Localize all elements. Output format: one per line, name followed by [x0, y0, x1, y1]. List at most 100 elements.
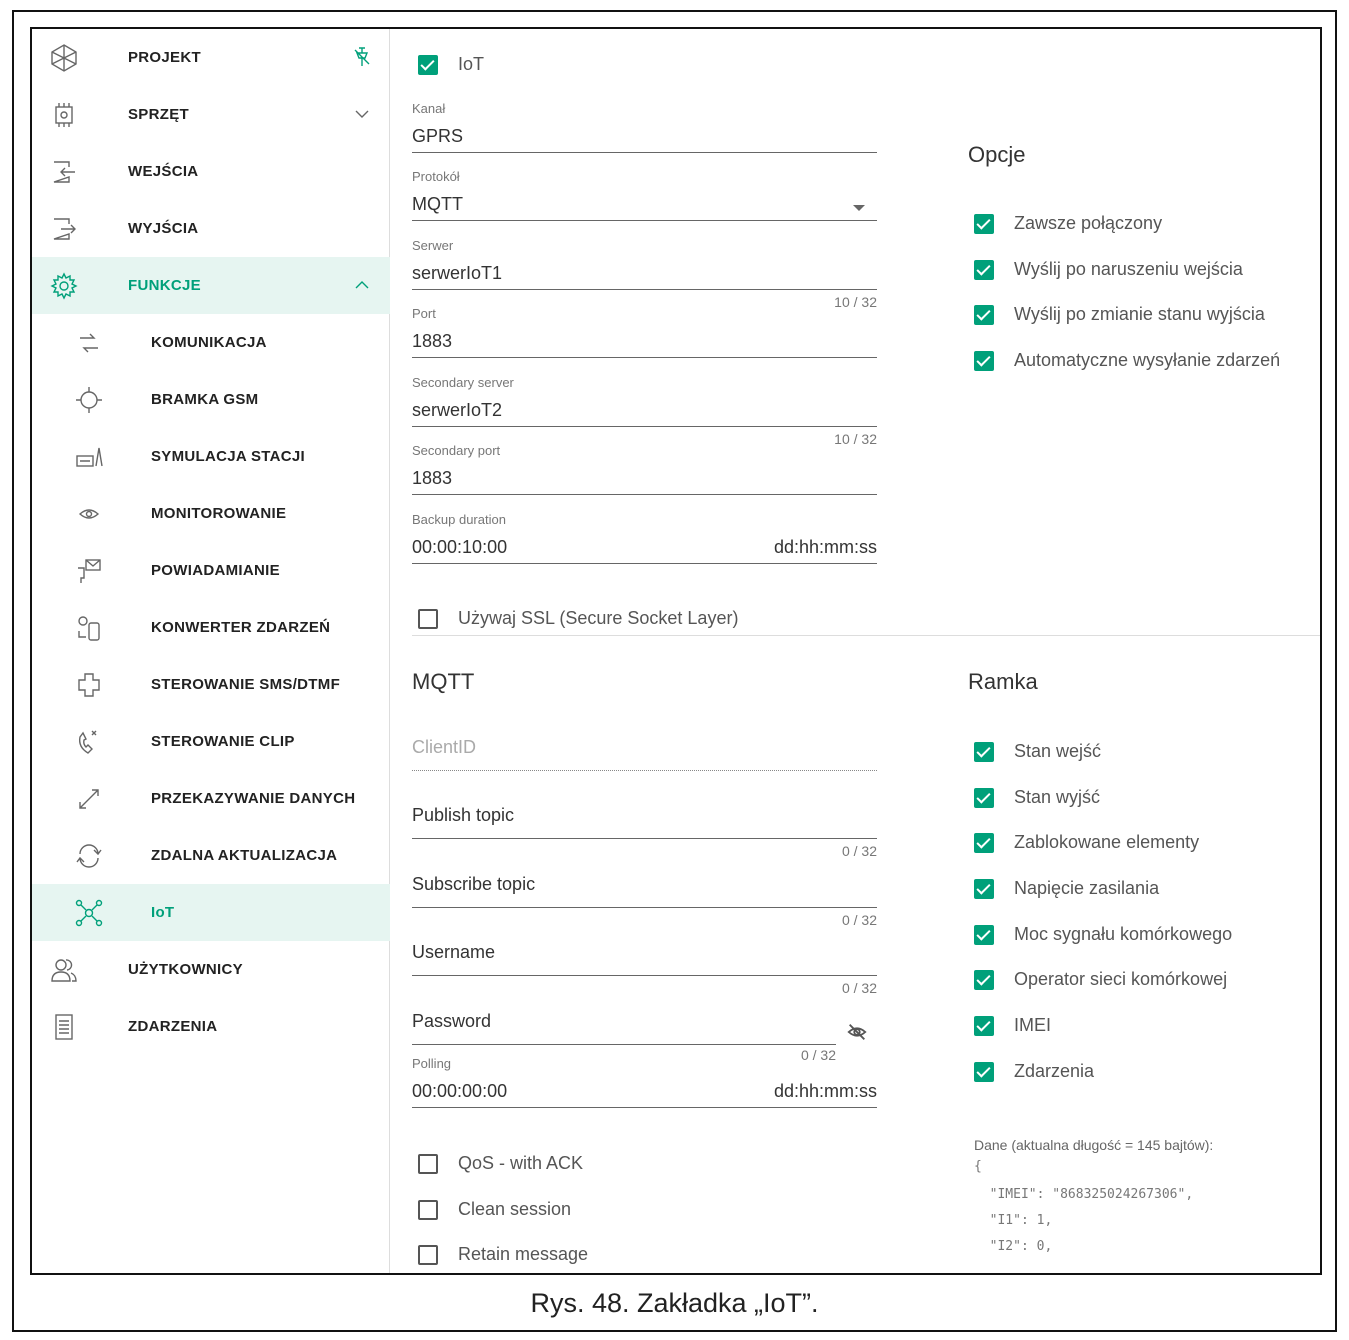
kanal-value[interactable]: GPRS: [412, 119, 877, 153]
opcje-option[interactable]: Wyślij po naruszeniu wejścia: [974, 259, 1243, 280]
update-icon: [74, 841, 104, 871]
subscribe-topic-field[interactable]: Subscribe topic 0 / 32: [412, 874, 877, 928]
checkbox-checked-icon[interactable]: [974, 350, 994, 371]
sidebar-item-bramka-gsm[interactable]: BRAMKA GSM: [32, 371, 390, 428]
checkbox-unchecked-icon[interactable]: [418, 1153, 438, 1174]
password-input[interactable]: Password: [412, 1011, 836, 1045]
polling-field[interactable]: Polling 00:00:00:00 dd:hh:mm:ss: [412, 1056, 877, 1108]
option-label: Automatyczne wysyłanie zdarzeń: [1014, 350, 1281, 370]
backup-duration-value[interactable]: 00:00:10:00 dd:hh:mm:ss: [412, 530, 877, 564]
opcje-option[interactable]: Automatyczne wysyłanie zdarzeń: [974, 350, 1280, 371]
sidebar-item-sterowanie-clip[interactable]: STEROWANIE CLIP: [32, 713, 390, 770]
sidebar-item-wyjscia[interactable]: WYJŚCIA: [32, 200, 390, 257]
port-field[interactable]: Port 1883: [412, 306, 877, 358]
ramka-option[interactable]: Moc sygnału komórkowego: [974, 924, 1232, 945]
checkbox-checked-icon[interactable]: [974, 1061, 994, 1082]
ramka-option[interactable]: Operator sieci komórkowej: [974, 969, 1227, 990]
client-id-field[interactable]: ClientID: [412, 737, 877, 771]
section-divider: [412, 635, 1320, 636]
time-format-suffix: dd:hh:mm:ss: [773, 537, 877, 557]
secondary-server-field[interactable]: Secondary server serwerIoT2 10 / 32: [412, 375, 877, 447]
ramka-option[interactable]: Stan wejść: [974, 741, 1101, 762]
sidebar-item-komunikacja[interactable]: KOMUNIKACJA: [32, 314, 390, 371]
sidebar-item-label: POWIADAMIANIE: [151, 562, 280, 579]
protokol-value[interactable]: MQTT: [412, 187, 877, 221]
username-input[interactable]: Username: [412, 942, 877, 976]
checkbox-unchecked-icon[interactable]: [418, 608, 438, 629]
checkbox-checked-icon[interactable]: [974, 1015, 994, 1036]
checkbox-checked-icon[interactable]: [974, 924, 994, 945]
serwer-field[interactable]: Serwer serwerIoT1 10 / 32: [412, 238, 877, 310]
pin-icon[interactable]: [350, 45, 374, 69]
sidebar-item-sprzet[interactable]: SPRZĘT: [32, 86, 390, 143]
chevron-down-icon[interactable]: [350, 102, 374, 126]
publish-topic-input[interactable]: Publish topic: [412, 805, 877, 839]
option-label: Zablokowane elementy: [1014, 832, 1200, 852]
sidebar-item-monitorowanie[interactable]: MONITOROWANIE: [32, 485, 390, 542]
secondary-port-field[interactable]: Secondary port 1883: [412, 443, 877, 495]
json-preview-line: {: [974, 1159, 982, 1174]
sidebar-item-uzytkownicy[interactable]: UŻYTKOWNICY: [32, 941, 390, 998]
sidebar-item-label: PROJEKT: [128, 49, 201, 66]
port-value[interactable]: 1883: [412, 324, 877, 358]
kanal-field[interactable]: Kanał GPRS: [412, 101, 877, 153]
iot-checkbox[interactable]: IoT: [418, 54, 484, 75]
checkbox-unchecked-icon[interactable]: [418, 1199, 438, 1220]
ramka-option[interactable]: IMEI: [974, 1015, 1051, 1036]
opcje-option[interactable]: Zawsze połączony: [974, 213, 1162, 234]
protokol-select[interactable]: Protokół MQTT: [412, 169, 877, 221]
opcje-option[interactable]: Wyślij po zmianie stanu wyjścia: [974, 304, 1265, 325]
option-label: Stan wyjść: [1014, 787, 1101, 807]
checkbox-checked-icon[interactable]: [974, 832, 994, 853]
checkbox-checked-icon[interactable]: [974, 741, 994, 762]
sidebar: PROJEKT SPRZĘT WEJŚCIA WYJŚCIA FUNKCJE K…: [32, 29, 390, 1273]
opcje-section-title: Opcje: [968, 142, 1026, 167]
sidebar-item-konwerter-zdarzen[interactable]: KONWERTER ZDARZEŃ: [32, 599, 390, 656]
sidebar-item-projekt[interactable]: PROJEKT: [32, 29, 390, 86]
ramka-option[interactable]: Zdarzenia: [974, 1061, 1094, 1082]
checkbox-checked-icon[interactable]: [974, 259, 994, 280]
username-field[interactable]: Username 0 / 32: [412, 942, 877, 996]
checkbox-unchecked-icon[interactable]: [418, 1244, 438, 1265]
serwer-value[interactable]: serwerIoT1: [412, 256, 877, 290]
checkbox-checked-icon[interactable]: [974, 969, 994, 990]
password-field[interactable]: Password 0 / 32: [412, 1011, 836, 1063]
ramka-option[interactable]: Zablokowane elementy: [974, 832, 1199, 853]
sidebar-item-zdarzenia[interactable]: ZDARZENIA: [32, 998, 390, 1055]
client-id-input[interactable]: ClientID: [412, 737, 877, 771]
backup-duration-field[interactable]: Backup duration 00:00:10:00 dd:hh:mm:ss: [412, 512, 877, 564]
checkbox-checked-icon[interactable]: [974, 878, 994, 899]
checkbox-checked-icon[interactable]: [974, 213, 994, 234]
sidebar-item-sterowanie-sms[interactable]: STEROWANIE SMS/DTMF: [32, 656, 390, 713]
option-label: Retain message: [458, 1244, 589, 1264]
checkbox-checked-icon[interactable]: [974, 304, 994, 325]
sidebar-item-iot[interactable]: IoT: [32, 884, 390, 941]
secondary-server-value[interactable]: serwerIoT2: [412, 393, 877, 427]
sidebar-item-zdalna-aktualizacja[interactable]: ZDALNA AKTUALIZACJA: [32, 827, 390, 884]
sidebar-item-powiadamianie[interactable]: POWIADAMIANIE: [32, 542, 390, 599]
iot-checkbox-label: IoT: [458, 54, 485, 74]
subscribe-topic-input[interactable]: Subscribe topic: [412, 874, 877, 908]
sidebar-item-label: IoT: [151, 904, 175, 921]
retain-message-checkbox[interactable]: Retain message: [418, 1244, 588, 1265]
checkbox-checked-icon[interactable]: [418, 54, 438, 75]
dropdown-caret-icon[interactable]: [853, 205, 865, 211]
sidebar-item-symulacja-stacji[interactable]: SYMULACJA STACJI: [32, 428, 390, 485]
sidebar-item-label: WYJŚCIA: [128, 220, 199, 237]
clean-session-checkbox[interactable]: Clean session: [418, 1199, 571, 1220]
checkbox-checked-icon[interactable]: [974, 787, 994, 808]
publish-topic-field[interactable]: Publish topic 0 / 32: [412, 805, 877, 859]
ramka-option[interactable]: Stan wyjść: [974, 787, 1100, 808]
secondary-port-value[interactable]: 1883: [412, 461, 877, 495]
ramka-option[interactable]: Napięcie zasilania: [974, 878, 1159, 899]
communication-icon: [74, 328, 104, 358]
qos-checkbox[interactable]: QoS - with ACK: [418, 1153, 583, 1174]
polling-value[interactable]: 00:00:00:00 dd:hh:mm:ss: [412, 1074, 877, 1108]
sidebar-item-wejscia[interactable]: WEJŚCIA: [32, 143, 390, 200]
ssl-checkbox[interactable]: Używaj SSL (Secure Socket Layer): [418, 608, 738, 629]
field-label: Polling: [412, 1056, 452, 1071]
eye-off-icon[interactable]: [846, 1021, 868, 1043]
chevron-up-icon[interactable]: [350, 273, 374, 297]
sidebar-item-funkcje[interactable]: FUNKCJE: [32, 257, 390, 314]
sidebar-item-przekazywanie-danych[interactable]: PRZEKAZYWANIE DANYCH: [32, 770, 390, 827]
